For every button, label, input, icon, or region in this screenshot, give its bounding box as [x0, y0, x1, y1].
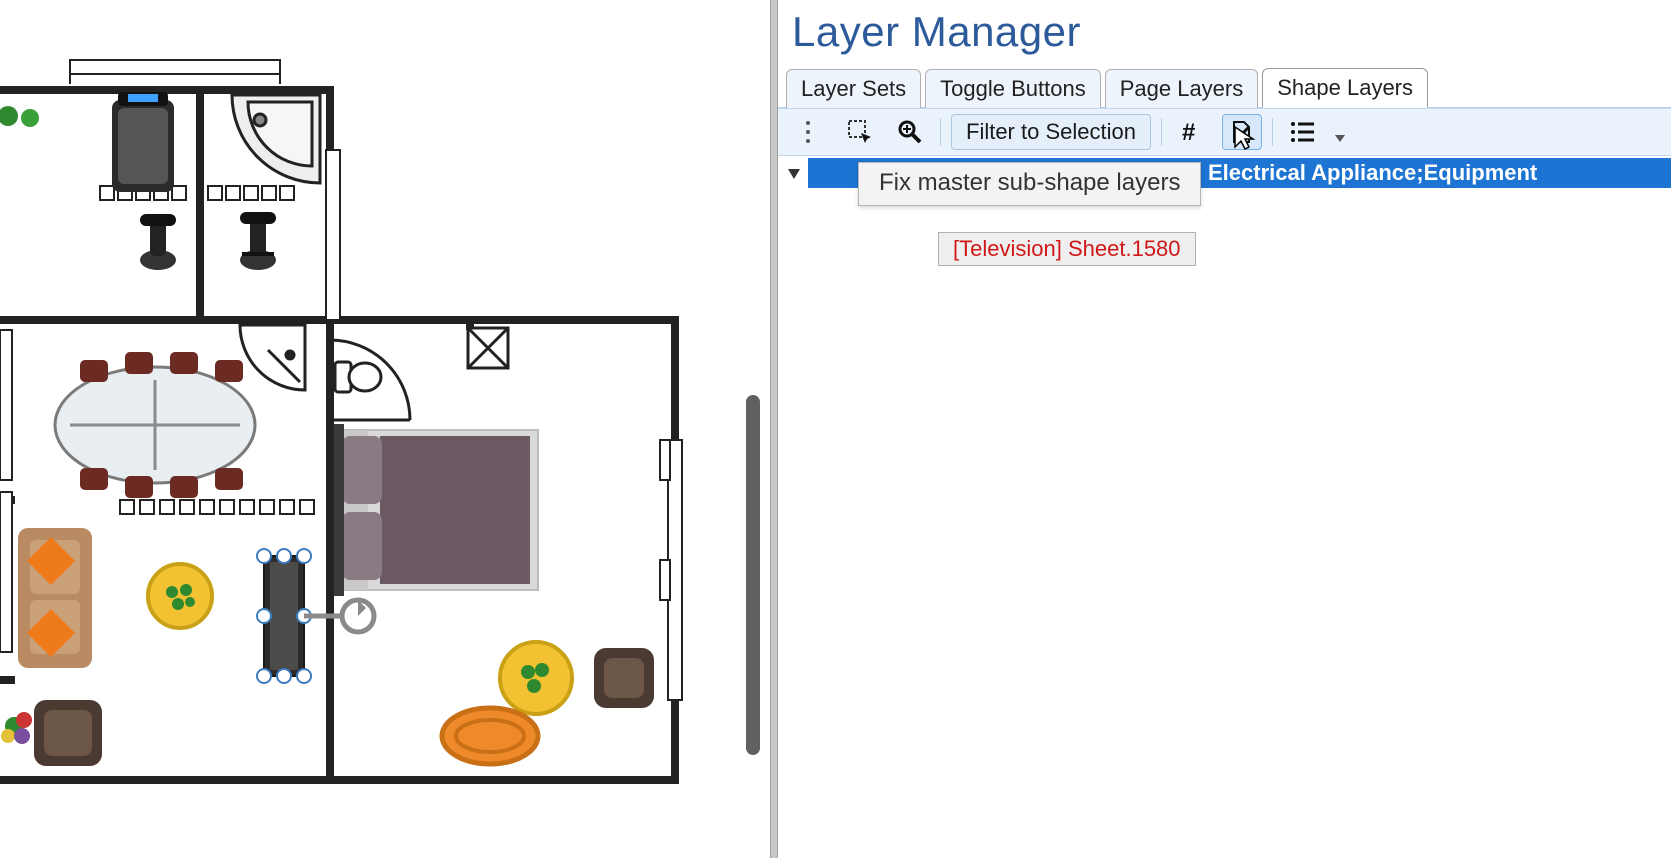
armchair-shape	[594, 648, 654, 708]
plant-shape	[1, 712, 32, 744]
rug-round-yellow-shape	[500, 642, 572, 714]
rug-round-yellow-shape	[148, 564, 212, 628]
panel-toolbar: Filter to Selection #	[778, 108, 1671, 156]
drawing-canvas[interactable]	[0, 0, 770, 858]
collapse-toggle-icon[interactable]	[788, 169, 800, 179]
shape-layers-tree[interactable]: Electrical Appliance;Equipment Fix maste…	[778, 156, 1671, 858]
rug-oval-orange-shape	[442, 708, 538, 764]
panel-title: Layer Manager	[778, 4, 1671, 64]
tab-strip: Layer Sets Toggle Buttons Page Layers Sh…	[778, 64, 1671, 108]
dining-set-shape	[55, 352, 255, 498]
sofa-shape	[18, 528, 92, 668]
pane-divider[interactable]	[770, 0, 778, 858]
toolbar-separator	[1161, 118, 1162, 146]
dropdown-icon[interactable]	[1335, 135, 1345, 142]
bracket-close: ]	[1056, 236, 1062, 262]
treadmill-shape	[112, 92, 174, 192]
toolbar-separator	[940, 118, 941, 146]
exercise-bike-shape	[140, 214, 176, 270]
bed-shape	[334, 424, 538, 596]
plant-shape	[0, 106, 18, 126]
canvas-scrollbar-vertical[interactable]	[746, 395, 760, 755]
grip-vertical-icon[interactable]	[790, 114, 830, 150]
zoom-icon[interactable]	[890, 114, 930, 150]
selected-layer-label: Electrical Appliance;Equipment	[1208, 160, 1537, 186]
tooltip: Fix master sub-shape layers	[858, 162, 1201, 206]
shower-shape	[240, 325, 305, 390]
list-icon[interactable]	[1283, 114, 1323, 150]
armchair-shape	[34, 700, 102, 766]
toolbar-separator	[1272, 118, 1273, 146]
select-shapes-icon[interactable]	[840, 114, 880, 150]
hash-icon[interactable]: #	[1172, 114, 1212, 150]
plant-shape	[21, 109, 39, 127]
bathtub-shape	[232, 95, 320, 183]
tab-shape-layers[interactable]: Shape Layers	[1262, 68, 1428, 108]
toilet-shape	[335, 362, 381, 392]
tab-toggle-buttons[interactable]: Toggle Buttons	[925, 69, 1101, 108]
child-master-name: Television	[959, 236, 1056, 262]
exercise-bike-shape	[240, 212, 276, 270]
svg-text:#: #	[1182, 119, 1195, 145]
tab-layer-sets[interactable]: Layer Sets	[786, 69, 921, 108]
layer-manager-panel: Layer Manager Layer Sets Toggle Buttons …	[778, 0, 1671, 858]
floor-plan-svg	[0, 0, 770, 858]
tab-page-layers[interactable]: Page Layers	[1105, 69, 1259, 108]
filter-to-selection-button[interactable]: Filter to Selection	[951, 114, 1151, 150]
tree-row-child[interactable]: [Television] Sheet.1580	[938, 232, 1196, 266]
child-sheet-name: Sheet.1580	[1068, 236, 1181, 262]
fix-master-icon[interactable]	[1222, 114, 1262, 150]
